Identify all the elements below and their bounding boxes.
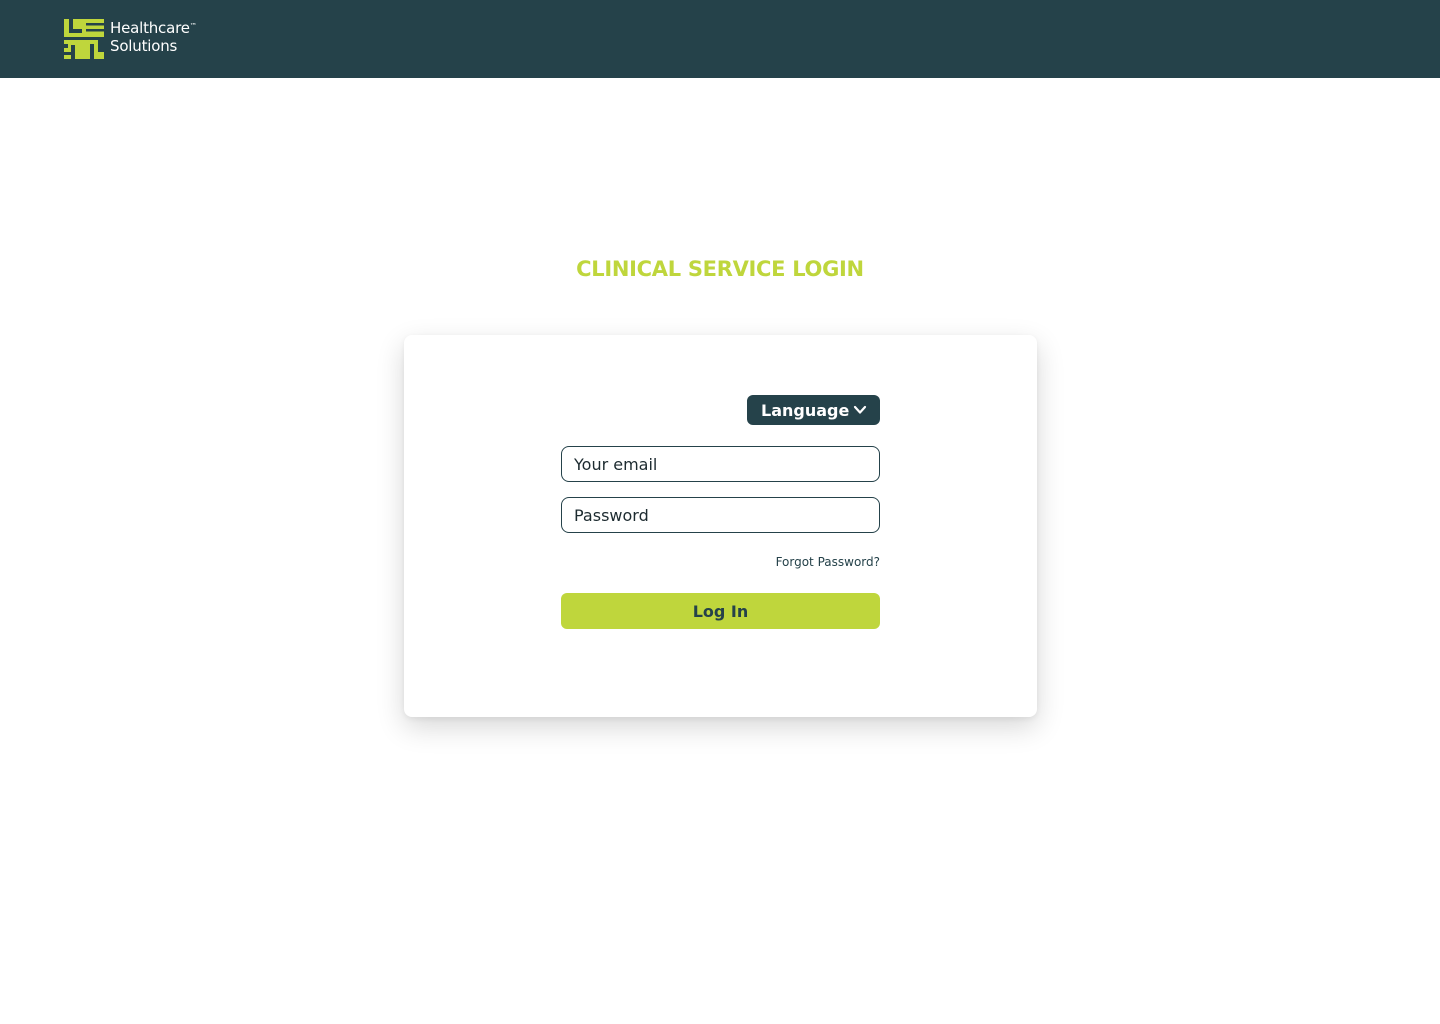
brand-name: Healthcare™ Solutions — [110, 19, 197, 55]
language-label: Language — [761, 400, 850, 420]
brand-logo[interactable]: Healthcare™ Solutions — [64, 19, 197, 59]
password-input[interactable] — [562, 498, 879, 532]
chevron-down-icon — [853, 405, 867, 414]
forgot-password-link[interactable]: Forgot Password? — [561, 555, 880, 569]
lean-logo-icon — [64, 19, 104, 59]
password-field-wrapper — [561, 497, 880, 533]
login-card: Language Forgot Password? Log In — [404, 335, 1037, 717]
brand-line2: Solutions — [110, 37, 178, 55]
trademark-mark: ™ — [189, 22, 197, 30]
language-dropdown[interactable]: Language — [747, 395, 880, 425]
email-field-wrapper — [561, 446, 880, 482]
brand-line1: Healthcare — [110, 19, 190, 37]
email-input[interactable] — [562, 447, 879, 481]
page-title: CLINICAL SERVICE LOGIN — [576, 257, 864, 281]
app-header: Healthcare™ Solutions — [0, 0, 1440, 78]
login-button[interactable]: Log In — [561, 593, 880, 629]
